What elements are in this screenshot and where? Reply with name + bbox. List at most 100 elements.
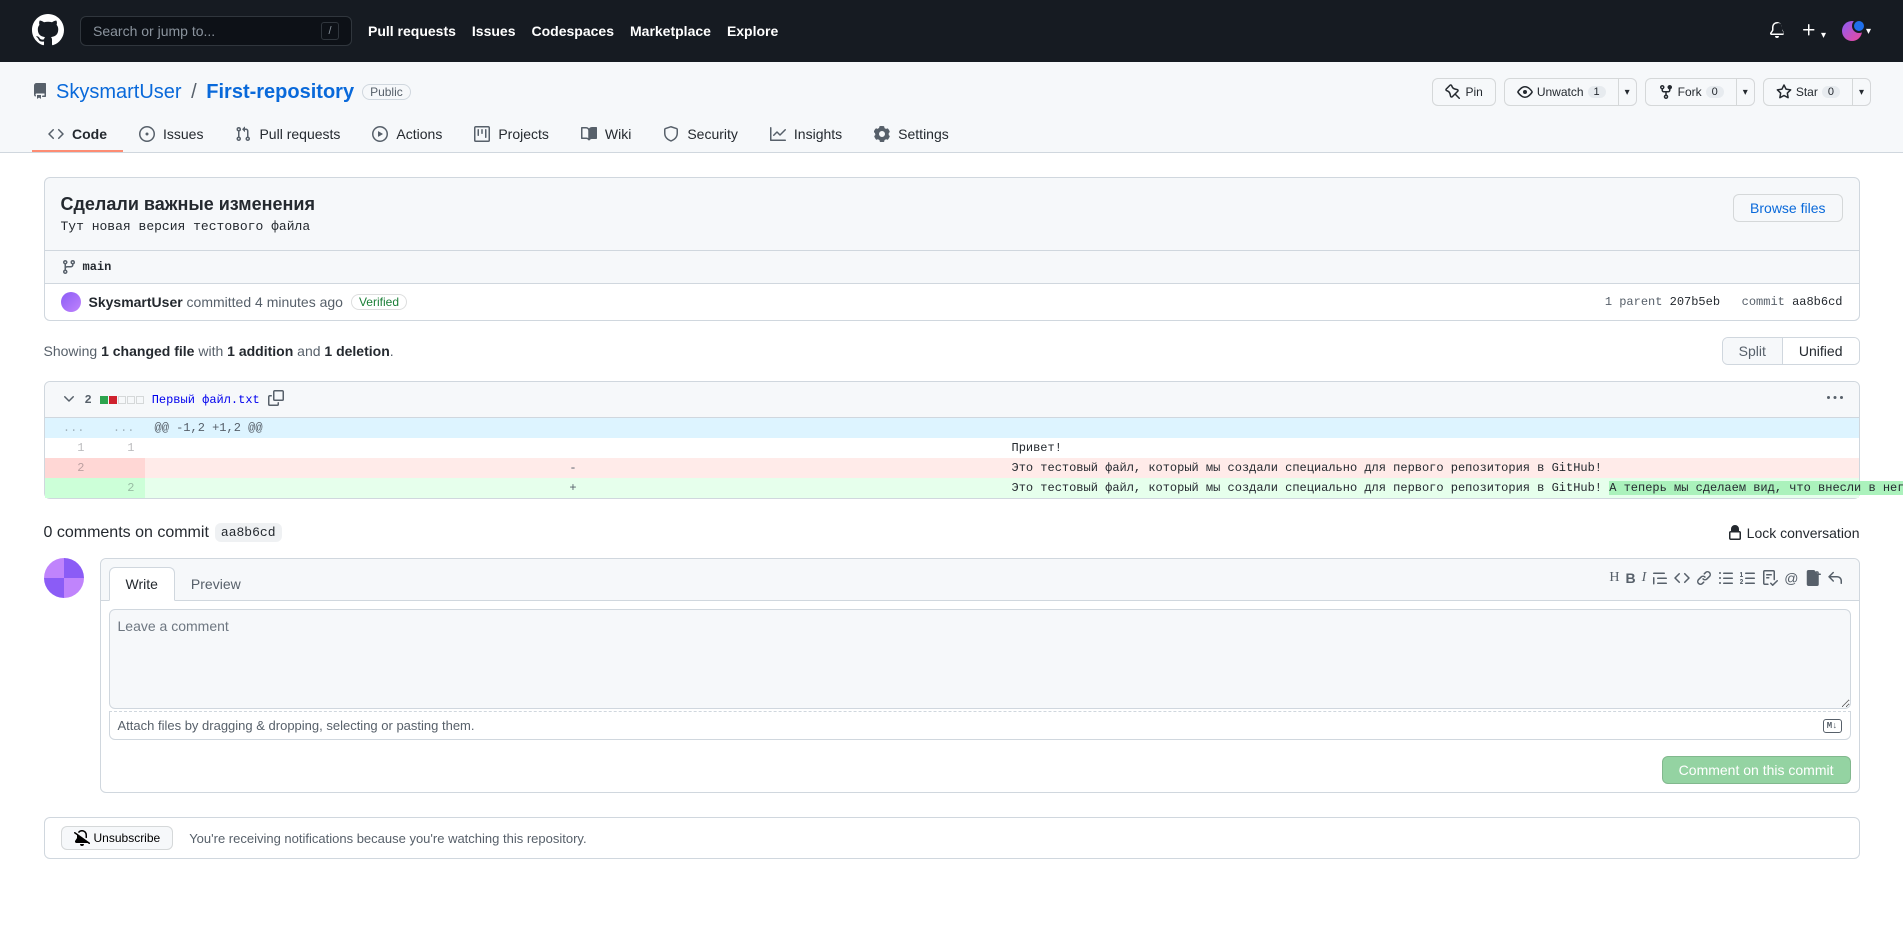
branch-row: main [45, 250, 1859, 283]
pin-button[interactable]: Pin [1432, 78, 1495, 106]
markdown-icon[interactable]: M↓ [1823, 719, 1842, 733]
user-menu[interactable]: ▾ [1842, 21, 1871, 41]
reply-button[interactable] [1827, 570, 1843, 589]
tab-insights[interactable]: Insights [754, 118, 858, 152]
tab-pulls[interactable]: Pull requests [219, 118, 356, 152]
search-placeholder: Search or jump to... [93, 23, 215, 39]
repo-owner-link[interactable]: SkysmartUser [56, 81, 182, 103]
watch-button-group: Unwatch 1 ▾ [1504, 78, 1637, 106]
branch-icon [61, 259, 77, 275]
tab-wiki[interactable]: Wiki [565, 118, 647, 152]
comment-submit-button[interactable]: Comment on this commit [1662, 756, 1851, 784]
lock-conversation-button[interactable]: Lock conversation [1727, 525, 1860, 541]
heading-button[interactable]: H [1609, 570, 1619, 589]
diff-stats-text: Showing 1 changed file with 1 addition a… [44, 343, 394, 359]
comment-textarea[interactable] [109, 609, 1851, 709]
collapse-toggle[interactable] [61, 390, 77, 409]
nav-pulls[interactable]: Pull requests [368, 23, 456, 39]
link-button[interactable] [1696, 570, 1712, 589]
code-icon [48, 126, 64, 142]
pin-icon [1445, 84, 1461, 100]
unordered-list-button[interactable] [1718, 570, 1734, 589]
italic-button[interactable]: I [1642, 570, 1647, 589]
caret-down-icon: ▾ [1859, 87, 1864, 98]
tab-actions[interactable]: Actions [356, 118, 458, 152]
file-menu-button[interactable] [1827, 390, 1843, 409]
header-right: ▾ ▾ [1769, 21, 1871, 41]
project-icon [474, 126, 490, 142]
star-button-group: Star 0 ▾ [1763, 78, 1871, 106]
current-user-avatar[interactable] [44, 558, 84, 598]
ordered-list-button[interactable] [1740, 570, 1756, 589]
nav-marketplace[interactable]: Marketplace [630, 23, 711, 39]
unsubscribe-button[interactable]: Unsubscribe [61, 826, 174, 850]
tab-security[interactable]: Security [647, 118, 754, 152]
attach-files-hint[interactable]: Attach files by dragging & dropping, sel… [109, 711, 1851, 740]
eye-icon [1517, 84, 1533, 100]
tab-projects[interactable]: Projects [458, 118, 565, 152]
tab-issues[interactable]: Issues [123, 118, 219, 152]
gear-icon [874, 126, 890, 142]
file-name-link[interactable]: Первый файл.txt [152, 393, 260, 407]
split-view-button[interactable]: Split [1723, 338, 1783, 364]
comments-sha-badge: aa8b6cd [215, 523, 282, 542]
author-avatar[interactable] [61, 292, 81, 312]
caret-down-icon: ▾ [1625, 87, 1630, 98]
diff-line-addition[interactable]: 2+Это тестовый файл, который мы создали … [45, 478, 1859, 498]
author-name[interactable]: SkysmartUser [89, 294, 183, 310]
star-button[interactable]: Star 0 [1763, 78, 1853, 106]
mention-button[interactable]: @ [1784, 570, 1798, 589]
shield-icon [663, 126, 679, 142]
plus-dropdown[interactable]: ▾ [1801, 22, 1826, 41]
diff-line-context[interactable]: 11 Привет! [45, 438, 1859, 458]
copy-path-button[interactable] [268, 390, 284, 409]
star-dropdown-button[interactable]: ▾ [1853, 78, 1871, 106]
branch-name[interactable]: main [83, 260, 112, 274]
commit-sha: aa8b6cd [1792, 295, 1842, 309]
fork-button-group: Fork 0 ▾ [1645, 78, 1755, 106]
nav-codespaces[interactable]: Codespaces [532, 23, 614, 39]
tab-settings[interactable]: Settings [858, 118, 965, 152]
verified-badge[interactable]: Verified [351, 294, 407, 310]
notifications-icon[interactable] [1769, 22, 1785, 41]
graph-icon [770, 126, 786, 142]
commit-meta: 1 parent 207b5eb commit aa8b6cd [1605, 295, 1843, 309]
nav-issues[interactable]: Issues [472, 23, 516, 39]
task-list-button[interactable] [1762, 570, 1778, 589]
commit-time: committed 4 minutes ago [183, 294, 343, 310]
bold-button[interactable]: B [1625, 570, 1635, 589]
tab-code[interactable]: Code [32, 118, 123, 152]
caret-down-icon: ▾ [1743, 87, 1748, 98]
diff-stats-row: Showing 1 changed file with 1 addition a… [44, 337, 1860, 365]
fork-button[interactable]: Fork 0 [1645, 78, 1737, 106]
comment-form: Write Preview H B I @ [44, 558, 1860, 793]
quote-button[interactable] [1652, 570, 1668, 589]
search-slash-hint: / [321, 22, 339, 40]
subscription-row: Unsubscribe You're receiving notificatio… [44, 817, 1860, 859]
fork-icon [1658, 84, 1674, 100]
cross-reference-button[interactable] [1805, 570, 1821, 589]
search-input[interactable]: Search or jump to... / [80, 16, 352, 46]
diff-line-deletion[interactable]: 2-Это тестовый файл, который мы создали … [45, 458, 1859, 478]
comments-header: 0 comments on commit aa8b6cd Lock conver… [44, 523, 1860, 542]
hunk-header: ......@@ -1,2 +1,2 @@ [45, 418, 1859, 438]
unwatch-button[interactable]: Unwatch 1 [1504, 78, 1619, 106]
repo-visibility-badge: Public [362, 84, 411, 100]
repo-nav: Code Issues Pull requests Actions Projec… [0, 118, 1903, 152]
commit-title: Сделали важные изменения [61, 194, 315, 215]
repo-name-link[interactable]: First-repository [206, 81, 354, 103]
parent-sha-link[interactable]: 207b5eb [1670, 295, 1720, 309]
diff-stat-blocks [100, 396, 144, 404]
preview-tab[interactable]: Preview [175, 568, 257, 600]
write-tab[interactable]: Write [109, 567, 175, 601]
code-button[interactable] [1674, 570, 1690, 589]
play-icon [372, 126, 388, 142]
browse-files-button[interactable]: Browse files [1733, 194, 1842, 222]
nav-explore[interactable]: Explore [727, 23, 778, 39]
github-logo[interactable] [32, 14, 64, 49]
watch-dropdown-button[interactable]: ▾ [1619, 78, 1637, 106]
markdown-toolbar: H B I @ [1609, 570, 1850, 597]
main-container: Сделали важные изменения Тут новая верси… [12, 153, 1892, 883]
unified-view-button[interactable]: Unified [1783, 338, 1859, 364]
fork-dropdown-button[interactable]: ▾ [1737, 78, 1755, 106]
